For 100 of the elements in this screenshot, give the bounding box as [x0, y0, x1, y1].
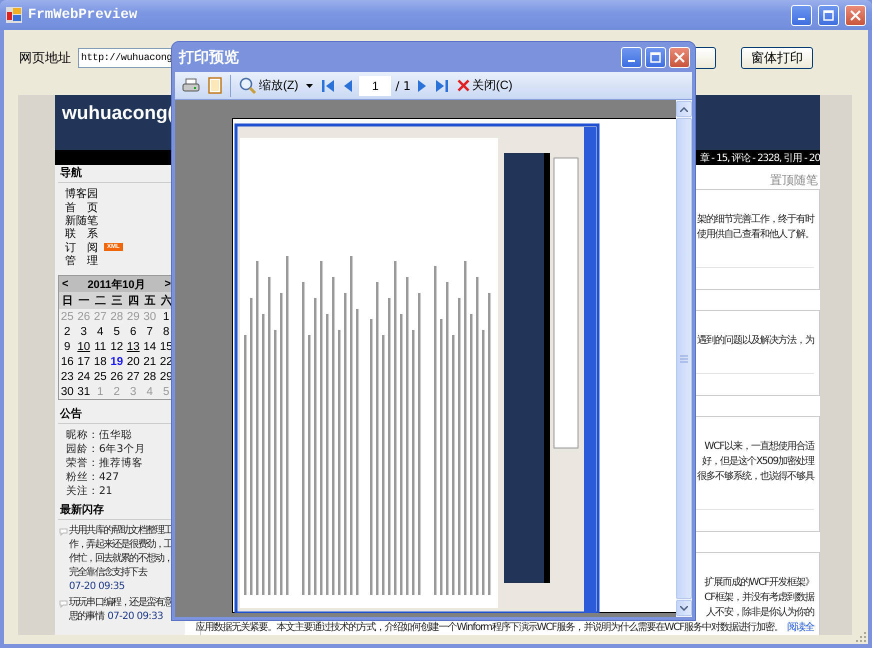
- page-number-field[interactable]: 1: [359, 76, 392, 96]
- profile-line: 关注：21: [65, 484, 114, 498]
- flash-time[interactable]: 07-20 09:33: [107, 610, 163, 624]
- post-text: 架的细节完善工作，终于有时: [697, 212, 814, 227]
- calendar-day: 3: [76, 326, 92, 338]
- prev-month-link[interactable]: <: [62, 278, 68, 290]
- scroll-up-button[interactable]: [676, 101, 692, 117]
- section-heading: 最新闪存: [59, 503, 105, 518]
- calendar-day: 30: [142, 310, 158, 323]
- weekday-label: 三: [110, 294, 124, 308]
- minimize-button[interactable]: [621, 46, 642, 68]
- address-label: 网页地址: [19, 50, 71, 67]
- calendar-day: 11: [92, 340, 108, 353]
- calendar-day: 1: [92, 386, 108, 398]
- calendar-day: 31: [76, 386, 92, 398]
- post-text: 好，但是这个X509加密处理: [702, 454, 814, 469]
- calendar-day: 6: [125, 326, 142, 338]
- section-heading: 公告: [58, 407, 83, 422]
- right-triangle-icon: [416, 78, 427, 94]
- calendar-day: 5: [108, 326, 125, 338]
- calendar-day: 29: [125, 310, 142, 323]
- calendar-day: 20: [125, 356, 142, 368]
- window-title: FrmWebPreview: [28, 7, 138, 23]
- maximize-icon: [650, 52, 661, 62]
- weekday-label: 一: [77, 294, 90, 308]
- weekday-label: 五: [143, 294, 156, 308]
- print-window-button[interactable]: 窗体打印: [741, 47, 813, 69]
- close-icon: [674, 52, 685, 62]
- left-triangle-icon: [343, 78, 354, 94]
- calendar-day[interactable]: 13: [125, 340, 142, 353]
- calendar-day: 26: [108, 370, 125, 383]
- flash-text: 完全靠信念支持下去: [69, 566, 146, 580]
- blog-title[interactable]: wuhuacong(: [62, 103, 174, 124]
- calendar-day: 2: [108, 386, 125, 398]
- calendar-day: 26: [76, 310, 92, 323]
- resize-grip-icon: [856, 632, 866, 642]
- zoom-button[interactable]: 缩放(Z): [237, 74, 300, 96]
- calendar-day: 25: [92, 370, 108, 383]
- profile-line: 园龄：6年3个月: [65, 442, 146, 456]
- minimize-icon: [628, 60, 635, 62]
- profile-line: 昵称：伍华聪: [65, 428, 133, 442]
- page-setup-button[interactable]: [206, 74, 224, 96]
- close-icon: [850, 10, 861, 20]
- calendar-day: 9: [59, 340, 76, 353]
- profile-line: 荣誉：推荐博客: [65, 456, 144, 470]
- first-page-icon: [321, 78, 336, 94]
- post-text: 扩展而成的WCF开发框架》: [704, 576, 814, 590]
- calendar-day: 4: [92, 326, 108, 338]
- grip-icon: [680, 354, 688, 362]
- calendar-day: 3: [125, 386, 142, 398]
- close-button[interactable]: [845, 4, 866, 26]
- magnifier-icon: [239, 76, 257, 94]
- calendar-day: 2: [59, 326, 76, 338]
- calendar-day: 17: [76, 356, 92, 368]
- calendar-day: 23: [59, 370, 76, 383]
- close-button[interactable]: [669, 46, 690, 68]
- blog-stats: 章 - 15, 评论 - 2328, 引用 - 20: [700, 152, 820, 164]
- calendar-day: 21: [142, 356, 158, 368]
- calendar-title: 2011年10月: [87, 278, 146, 292]
- weekday-label: 四: [126, 294, 140, 308]
- app-icon: [6, 7, 22, 23]
- printer-icon: [182, 78, 200, 94]
- last-page-icon: [434, 78, 449, 94]
- calendar-day: 8: [158, 326, 174, 338]
- close-preview-button[interactable]: 关闭(C): [454, 74, 514, 96]
- calendar-day: 19: [108, 356, 125, 368]
- weekday-label: 日: [60, 294, 74, 308]
- maximize-button[interactable]: [645, 46, 666, 68]
- post-text: 遇到的问题以及解决方法，为: [697, 334, 814, 348]
- calendar-day: 27: [92, 310, 108, 323]
- next-month-link[interactable]: >: [164, 278, 171, 290]
- dialog-title: 打印预览: [179, 48, 240, 66]
- post-text: WCF以来，一直想使用合适: [704, 440, 814, 454]
- calendar-day: 12: [108, 340, 125, 353]
- calendar-day: 4: [142, 386, 158, 398]
- minimize-button[interactable]: [791, 4, 812, 26]
- page-total: / 1: [395, 78, 411, 92]
- flash-time[interactable]: 07-20 09:35: [69, 580, 125, 594]
- flash-text: 思的事情: [69, 610, 104, 624]
- read-more-link[interactable]: 阅读全: [787, 622, 814, 633]
- profile-line: 粉丝：427: [65, 470, 120, 484]
- post-text: CF框架，并没有考虑到数据: [704, 590, 814, 605]
- calendar-day: 1: [158, 310, 174, 323]
- section-heading: 导航: [59, 166, 83, 180]
- calendar-day[interactable]: 10: [76, 340, 92, 353]
- calendar-day: 24: [76, 370, 92, 383]
- post-text: 应用数据无关紧要。本文主要通过技术的方式，介绍如何创建一个Winform程序下演示WCF服务，并说明为什么需要在WCF服务中对数据进行加密。 阅读全: [196, 620, 814, 635]
- maximize-button[interactable]: [818, 4, 839, 26]
- scroll-down-button[interactable]: [676, 600, 692, 616]
- flash-text: 作忙，回去就累的不想动，: [69, 552, 174, 566]
- calendar-day: 28: [142, 370, 158, 383]
- calendar-day: 25: [59, 310, 76, 323]
- calendar-day: 30: [59, 386, 76, 398]
- minimize-icon: [798, 18, 805, 20]
- calendar-day: 7: [142, 326, 158, 338]
- calendar-day: 28: [108, 310, 125, 323]
- calendar-day: 5: [158, 386, 174, 398]
- calendar-day: 16: [59, 356, 76, 368]
- post-text: 很多不够系统，也说得不够具: [697, 470, 814, 484]
- caret-icon: [306, 84, 314, 88]
